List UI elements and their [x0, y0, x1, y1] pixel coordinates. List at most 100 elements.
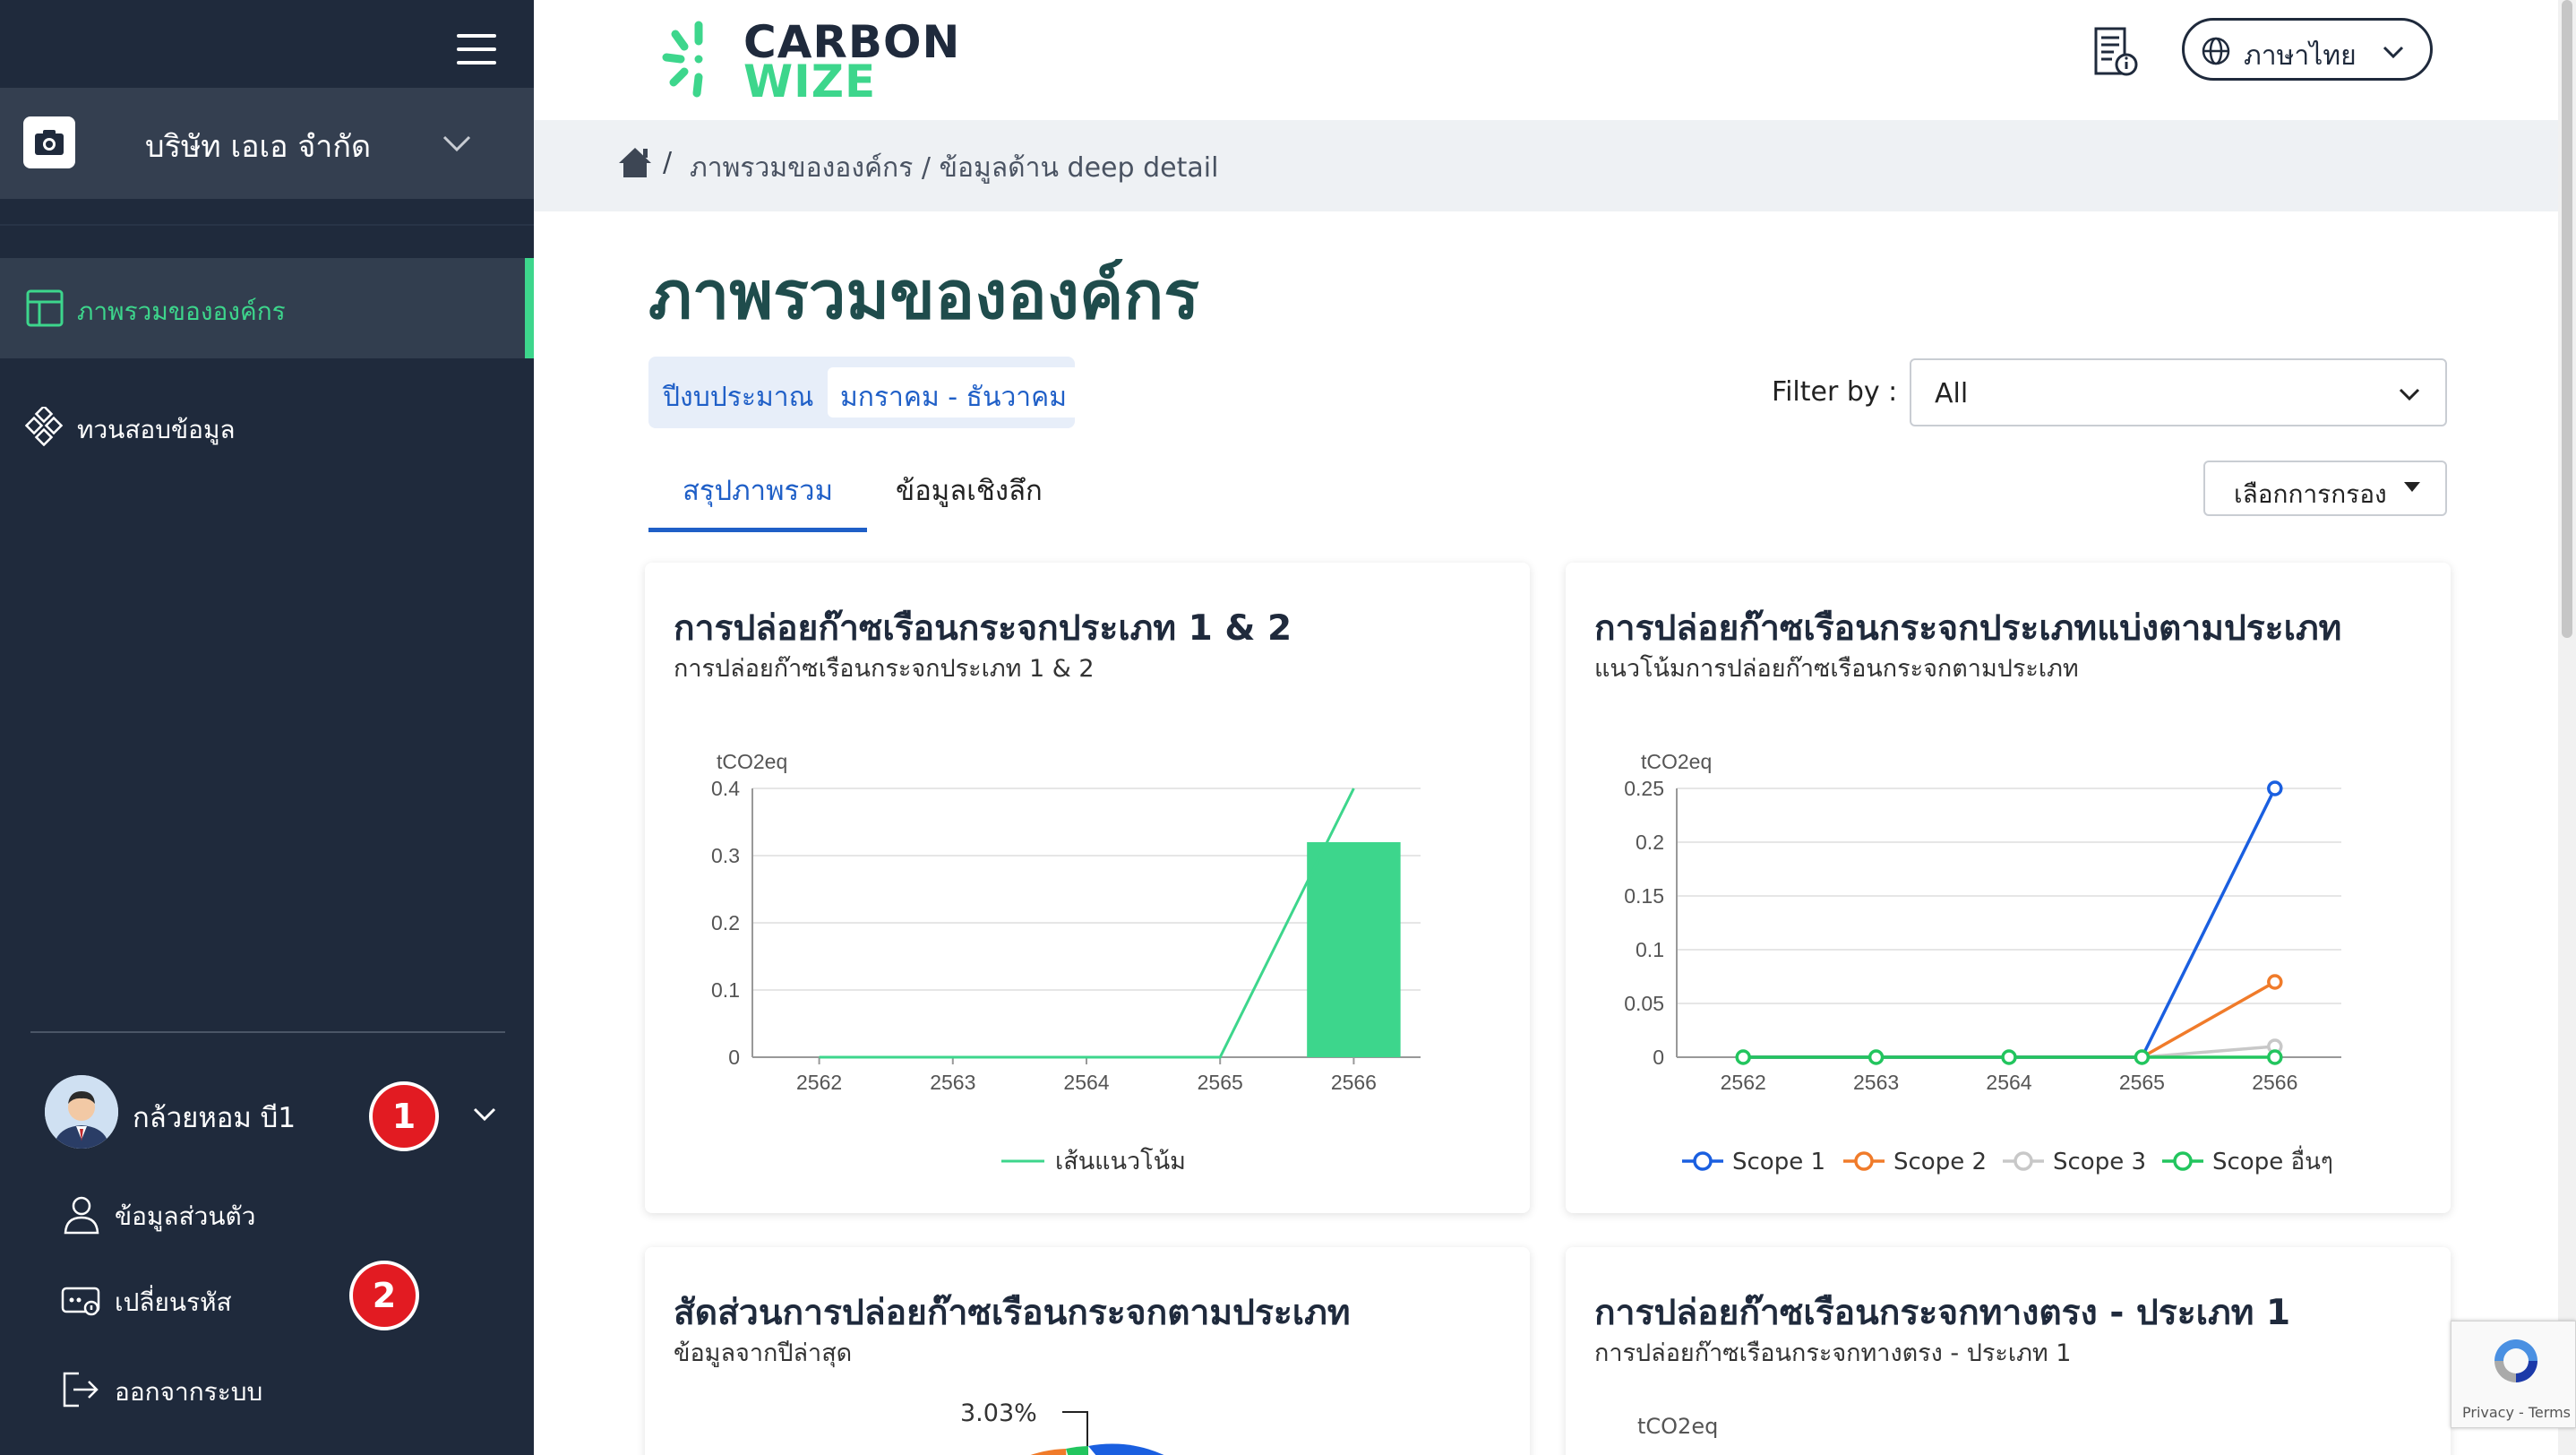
active-tab-indicator: [648, 528, 867, 532]
company-selector[interactable]: บริษัท เอเอ จำกัด: [0, 88, 534, 199]
y-tick-label: 0.4: [711, 777, 740, 800]
y-tick-label: 0.15: [1624, 884, 1664, 908]
menu-item-profile[interactable]: ข้อมูลส่วนตัว: [59, 1186, 435, 1240]
budget-period: ปีงบประมาณ มกราคม - ธันวาคม: [648, 357, 1079, 428]
page-title: ภาพรวมขององค์กร: [648, 257, 1199, 334]
camera-icon: [23, 116, 75, 168]
globe-icon: [2201, 36, 2231, 66]
company-name: บริษัท เอเอ จำกัด: [145, 129, 372, 165]
breadcrumb-separator: /: [663, 147, 673, 178]
chevron-down-icon: [2395, 380, 2424, 409]
tab-label: สรุปภาพรวม: [682, 475, 834, 507]
language-select[interactable]: ภาษาไทย: [2182, 18, 2433, 81]
recaptcha-badge[interactable]: Privacy - Terms: [2451, 1321, 2576, 1428]
x-tick-label: 2564: [1986, 1071, 2031, 1094]
caret-down-icon: [2404, 482, 2420, 492]
series-line-1: [1743, 980, 2276, 1059]
x-tick-label: 2566: [1331, 1071, 1377, 1094]
password-icon: [59, 1279, 104, 1321]
filter-select[interactable]: All: [1910, 358, 2447, 426]
step-badge: 1: [369, 1081, 439, 1151]
filter-dropdown-button[interactable]: เลือกการกรอง: [2203, 461, 2447, 516]
axis-unit-label: tCO2eq: [717, 750, 787, 773]
legend-marker-3: [2173, 1151, 2193, 1171]
x-tick-label: 2566: [2252, 1071, 2297, 1094]
series-point-3: [2001, 1049, 2017, 1065]
logo-text: WIZE: [743, 56, 877, 108]
series-point-0: [2267, 780, 2283, 796]
home-icon[interactable]: [616, 143, 654, 181]
active-indicator: [525, 258, 534, 358]
legend-label: Scope 3: [2053, 1149, 2146, 1175]
logout-icon: [59, 1369, 104, 1410]
user-name: กล้วยหอม บี1: [133, 1102, 296, 1134]
y-tick-label: 0.2: [711, 911, 740, 934]
axis-unit-label: tCO2eq: [1641, 750, 1712, 773]
menu-item-label: เปลี่ยนรหัส: [115, 1287, 232, 1317]
diamond-grid-icon: [24, 404, 64, 447]
y-tick-label: 0.05: [1624, 992, 1664, 1015]
top-header: CARBON WIZE ภาษาไทย: [534, 0, 2558, 120]
y-tick-label: 0.1: [1636, 938, 1664, 961]
tab-deep-detail[interactable]: ข้อมูลเชิงลึก: [896, 452, 1066, 532]
y-tick-label: 0.25: [1624, 777, 1664, 800]
avatar[interactable]: [45, 1075, 118, 1149]
series-point-3: [1868, 1049, 1885, 1065]
chevron-down-icon[interactable]: [441, 127, 473, 159]
chart-card-scope-ratio: สัดส่วนการปล่อยก๊าซเรือนกระจกตามประเภท ข…: [645, 1247, 1530, 1455]
sidebar-item-overview[interactable]: ภาพรวมขององค์กร: [0, 258, 534, 358]
y-tick-label: 0.1: [711, 978, 740, 1002]
chevron-down-icon: [2380, 39, 2407, 65]
x-tick-label: 2563: [930, 1071, 975, 1094]
x-tick-label: 2565: [1198, 1071, 1243, 1094]
document-info-icon[interactable]: [2091, 25, 2141, 79]
sidebar-item-review[interactable]: ทวนสอบข้อมูล: [0, 376, 534, 477]
breadcrumb: / ภาพรวมขององค์กร / ข้อมูลด้าน deep deta…: [534, 120, 2558, 211]
tab-summary[interactable]: สรุปภาพรวม: [648, 452, 867, 532]
legend-marker-0: [1693, 1151, 1713, 1171]
series-point-1: [2267, 974, 2283, 990]
divider: [0, 224, 534, 226]
recaptcha-text: Privacy - Terms: [2462, 1404, 2571, 1421]
user-icon: [59, 1193, 104, 1235]
legend-label: เส้นแนวโน้ม: [1055, 1148, 1186, 1175]
card-title: การปล่อยก๊าซเรือนกระจกทางตรง - ประเภท 1: [1594, 1293, 2291, 1333]
divider: [30, 1031, 505, 1033]
chart-card-scope-1-2: การปล่อยก๊าซเรือนกระจกประเภท 1 & 2 การปล…: [645, 563, 1530, 1213]
pie-slice-other: [1066, 1446, 1088, 1455]
hamburger-menu-icon[interactable]: [457, 34, 496, 65]
scope-breakdown-chart: tCO2eq 0 0.05 0.1 0.15 0.2 0.25 2562 2563 2564 256…: [1624, 750, 2341, 1175]
x-tick-label: 2565: [2119, 1071, 2165, 1094]
x-tick-label: 2564: [1063, 1071, 1109, 1094]
x-tick-label: 2563: [1853, 1071, 1899, 1094]
menu-item-label: ข้อมูลส่วนตัว: [115, 1201, 256, 1231]
pie-chart: [1030, 1411, 1164, 1455]
x-tick-label: 2562: [796, 1071, 842, 1094]
budget-value: มกราคม - ธันวาคม: [828, 367, 1079, 418]
chevron-down-icon[interactable]: [469, 1098, 500, 1129]
legend-label: Scope 2: [1893, 1149, 1987, 1175]
legend-label: Scope อื่นๆ: [2212, 1145, 2333, 1175]
menu-item-label: ออกจากระบบ: [115, 1377, 263, 1407]
sidebar-item-label: ภาพรวมขององค์กร: [77, 297, 286, 326]
legend-marker-2: [2014, 1151, 2033, 1171]
card-subtitle: การปล่อยก๊าซเรือนกระจกทางตรง - ประเภท 1: [1594, 1339, 2072, 1367]
carbon-wize-logo[interactable]: CARBON WIZE: [656, 16, 959, 108]
series-point-3: [1735, 1049, 1751, 1065]
series-line-0: [1743, 788, 2277, 1059]
filter-label: Filter by :: [1772, 376, 1898, 408]
breadcrumb-path[interactable]: ภาพรวมขององค์กร / ข้อมูลด้าน deep detail: [690, 147, 1218, 189]
language-label: ภาษาไทย: [2244, 40, 2357, 72]
pie-slice-scope2: [1030, 1449, 1067, 1455]
layout-icon: [25, 288, 64, 328]
tab-label: ข้อมูลเชิงลึก: [896, 475, 1043, 507]
pie-slice-scope1: [1088, 1443, 1164, 1455]
series-point-3: [2267, 1049, 2283, 1065]
y-tick-label: 0: [728, 1046, 740, 1069]
filter-dropdown-label: เลือกการกรอง: [2234, 479, 2387, 509]
menu-item-logout[interactable]: ออกจากระบบ: [59, 1362, 435, 1416]
scrollbar-thumb[interactable]: [2562, 0, 2572, 638]
chart-card-direct-scope-1: การปล่อยก๊าซเรือนกระจกทางตรง - ประเภท 1 …: [1566, 1247, 2451, 1455]
filter-value: All: [1935, 378, 1969, 409]
y-tick-label: 0.2: [1636, 831, 1664, 854]
